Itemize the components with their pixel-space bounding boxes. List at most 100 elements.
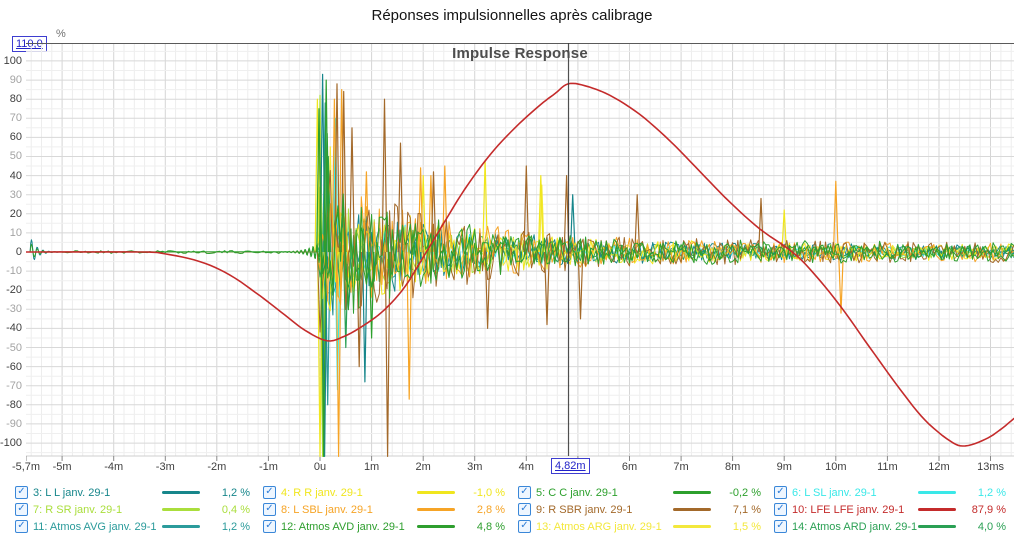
y-tick-label: -30 bbox=[0, 303, 22, 315]
legend-percent-value: 4,8 % bbox=[455, 521, 505, 533]
legend-item: ✓ 12: Atmos AVD janv. 29-1 4,8 % bbox=[263, 518, 518, 535]
x-tick-label: 13ms bbox=[977, 461, 1004, 473]
legend-color-swatch bbox=[673, 491, 711, 494]
trace-visibility-checkbox[interactable]: ✓ bbox=[518, 503, 531, 516]
y-tick-label: 0 bbox=[0, 246, 22, 258]
legend-color-swatch bbox=[417, 491, 455, 494]
legend-column: ✓ 4: R R janv. 29-1 -1,0 % ✓ 8: L SBL janv. … bbox=[263, 484, 518, 535]
legend-label: 6: L SL janv. 29-1 bbox=[792, 487, 918, 499]
legend-percent-value: 1,5 % bbox=[711, 521, 761, 533]
legend-percent-value: 87,9 % bbox=[956, 504, 1006, 516]
legend-color-swatch bbox=[918, 525, 956, 528]
y-tick-label: -40 bbox=[0, 322, 22, 334]
legend-label: 7: R SR janv. 29-1 bbox=[33, 504, 162, 516]
legend-label: 12: Atmos AVD janv. 29-1 bbox=[281, 521, 417, 533]
legend-color-swatch bbox=[918, 508, 956, 511]
trace-visibility-checkbox[interactable]: ✓ bbox=[518, 486, 531, 499]
trace-visibility-checkbox[interactable]: ✓ bbox=[518, 520, 531, 533]
legend-item: ✓11: Atmos AVG janv. 29-11,2 % bbox=[15, 518, 263, 535]
legend-label: 3: L L janv. 29-1 bbox=[33, 487, 162, 499]
page-title: Réponses impulsionnelles après calibrage bbox=[0, 7, 1024, 24]
legend-percent-value: 0,4 % bbox=[200, 504, 250, 516]
noise-traces bbox=[26, 74, 1014, 456]
legend-item: ✓ 4: R R janv. 29-1 -1,0 % bbox=[263, 484, 518, 501]
impulse-chart-canvas[interactable] bbox=[26, 43, 1014, 463]
y-tick-label: -80 bbox=[0, 399, 22, 411]
legend-label: 5: C C janv. 29-1 bbox=[536, 487, 673, 499]
legend-percent-value: 2,8 % bbox=[455, 504, 505, 516]
legend-percent-value: -1,0 % bbox=[455, 487, 505, 499]
legend-item: ✓ 5: C C janv. 29-1 -0,2 % bbox=[518, 484, 774, 501]
legend-percent-value: 4,0 % bbox=[956, 521, 1006, 533]
trace-visibility-checkbox[interactable]: ✓ bbox=[263, 503, 276, 516]
legend-item: ✓ 10: LFE LFE janv. 29-1 87,9 % bbox=[774, 501, 1019, 518]
legend-item: ✓ 9: R SBR janv. 29-1 7,1 % bbox=[518, 501, 774, 518]
legend-column: ✓ 5: C C janv. 29-1 -0,2 % ✓ 9: R SBR janv. … bbox=[518, 484, 774, 535]
y-tick-label: -60 bbox=[0, 361, 22, 373]
legend-label: 4: R R janv. 29-1 bbox=[281, 487, 417, 499]
legend-item: ✓ 6: L SL janv. 29-1 1,2 % bbox=[774, 484, 1019, 501]
x-tick-label: 2m bbox=[416, 461, 431, 473]
legend-item: ✓ 8: L SBL janv. 29-1 2,8 % bbox=[263, 501, 518, 518]
x-tick-label: 6m bbox=[622, 461, 637, 473]
trace-visibility-checkbox[interactable]: ✓ bbox=[774, 503, 787, 516]
x-tick-label: -3m bbox=[156, 461, 175, 473]
trace-visibility-checkbox[interactable]: ✓ bbox=[15, 486, 28, 499]
y-tick-label: 40 bbox=[0, 170, 22, 182]
y-tick-label: -70 bbox=[0, 380, 22, 392]
x-tick-label: 4m bbox=[519, 461, 534, 473]
x-tick-label: 8m bbox=[725, 461, 740, 473]
legend-color-swatch bbox=[417, 525, 455, 528]
legend: ✓ 3: L L janv. 29-1 1,2 % ✓ 7: R SR janv. 29… bbox=[15, 484, 1019, 535]
legend-label: 10: LFE LFE janv. 29-1 bbox=[792, 504, 918, 516]
legend-color-swatch bbox=[673, 525, 711, 528]
y-tick-label: 60 bbox=[0, 131, 22, 143]
legend-percent-value: 1,2 % bbox=[200, 521, 250, 533]
y-tick-label: 80 bbox=[0, 93, 22, 105]
x-tick-label: -5m bbox=[53, 461, 72, 473]
trace-visibility-checkbox[interactable]: ✓ bbox=[263, 520, 276, 533]
x-tick-label: -4m bbox=[104, 461, 123, 473]
legend-percent-value: 1,2 % bbox=[956, 487, 1006, 499]
x-tick-label: 10m bbox=[825, 461, 846, 473]
y-tick-label: 100 bbox=[0, 55, 22, 67]
legend-label: 14: Atmos ARD janv. 29-1 bbox=[792, 521, 918, 533]
app-window: Réponses impulsionnelles après calibrage… bbox=[0, 0, 1024, 544]
trace-visibility-checkbox[interactable]: ✓ bbox=[15, 503, 28, 516]
legend-item: ✓ 3: L L janv. 29-1 1,2 % bbox=[15, 484, 263, 501]
x-tick-label: 11m bbox=[877, 461, 898, 473]
legend-item: ✓ 7: R SR janv. 29-1 0,4 % bbox=[15, 501, 263, 518]
legend-column: ✓ 3: L L janv. 29-1 1,2 % ✓ 7: R SR janv. 29… bbox=[15, 484, 263, 535]
y-tick-label: 90 bbox=[0, 74, 22, 86]
y-tick-label: 20 bbox=[0, 208, 22, 220]
legend-color-swatch bbox=[417, 508, 455, 511]
trace-visibility-checkbox[interactable]: ✓ bbox=[774, 520, 787, 533]
x-tick-label: -5,7m bbox=[12, 461, 40, 473]
legend-percent-value: 7,1 % bbox=[711, 504, 761, 516]
x-tick-label: -1m bbox=[259, 461, 278, 473]
x-tick-label: 1m bbox=[364, 461, 379, 473]
chart-inner-title: Impulse Response bbox=[26, 45, 1014, 62]
legend-color-swatch bbox=[673, 508, 711, 511]
trace-visibility-checkbox[interactable]: ✓ bbox=[15, 520, 28, 533]
x-tick-label: 0u bbox=[314, 461, 326, 473]
trace-visibility-checkbox[interactable]: ✓ bbox=[263, 486, 276, 499]
legend-color-swatch bbox=[918, 491, 956, 494]
x-tick-label: -2m bbox=[207, 461, 226, 473]
legend-item: ✓ 14: Atmos ARD janv. 29-1 4,0 % bbox=[774, 518, 1019, 535]
y-tick-label: -50 bbox=[0, 342, 22, 354]
legend-label: 8: L SBL janv. 29-1 bbox=[281, 504, 417, 516]
legend-label: 13: Atmos ARG janv. 29-1 bbox=[536, 521, 673, 533]
y-tick-label: 30 bbox=[0, 189, 22, 201]
y-tick-label: 70 bbox=[0, 112, 22, 124]
legend-label: 9: R SBR janv. 29-1 bbox=[536, 504, 673, 516]
legend-item: ✓ 13: Atmos ARG janv. 29-1 1,5 % bbox=[518, 518, 774, 535]
y-tick-label: 10 bbox=[0, 227, 22, 239]
x-tick-label: 3m bbox=[467, 461, 482, 473]
legend-percent-value: -0,2 % bbox=[711, 487, 761, 499]
legend-percent-value: 1,2 % bbox=[200, 487, 250, 499]
y-tick-label: -10 bbox=[0, 265, 22, 277]
trace-visibility-checkbox[interactable]: ✓ bbox=[774, 486, 787, 499]
legend-color-swatch bbox=[162, 525, 200, 528]
cursor-position-field[interactable]: 4,82m bbox=[551, 458, 590, 474]
